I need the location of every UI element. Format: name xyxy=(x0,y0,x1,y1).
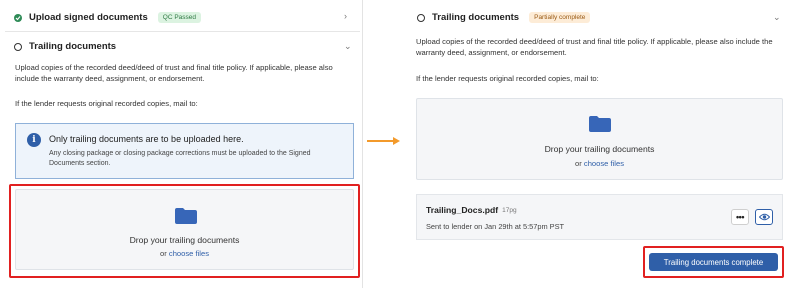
dropzone-choose-right: or choose files xyxy=(417,159,782,168)
mail-note-right: If the lender requests original recorded… xyxy=(416,74,599,83)
folder-icon xyxy=(589,116,611,132)
qc-passed-badge: QC Passed xyxy=(157,12,202,23)
trailing-documents-header[interactable]: Trailing documents xyxy=(14,41,116,52)
file-name: Trailing_Docs.pdf xyxy=(426,205,499,215)
eye-icon xyxy=(758,213,770,221)
info-icon: i xyxy=(27,133,41,147)
more-icon: ••• xyxy=(736,212,744,222)
highlight-complete-button xyxy=(643,246,784,278)
trailing-description: Upload copies of the recorded deed/deed … xyxy=(15,63,333,83)
divider xyxy=(5,31,360,32)
file-pages: 17pg xyxy=(502,206,517,214)
dropzone-or-right: or xyxy=(575,159,582,168)
trailing-documents-title: Trailing documents xyxy=(29,41,117,52)
info-subtitle: Any closing package or closing package c… xyxy=(49,150,311,167)
trailing-documents-title-right: Trailing documents xyxy=(432,12,520,23)
file-name-row: Trailing_Docs.pdf 17pg xyxy=(426,205,517,215)
status-circle-icon xyxy=(14,42,22,51)
info-banner: i Only trailing documents are to be uplo… xyxy=(15,123,354,179)
chevron-down-icon[interactable]: ⌄ xyxy=(773,12,781,23)
upload-signed-documents-title: Upload signed documents xyxy=(29,12,148,23)
info-title: Only trailing documents are to be upload… xyxy=(49,134,244,144)
chevron-right-icon[interactable]: › xyxy=(344,11,347,21)
more-options-button[interactable]: ••• xyxy=(731,209,749,225)
uploaded-file-card: Trailing_Docs.pdf 17pg Sent to lender on… xyxy=(416,194,783,240)
check-circle-icon xyxy=(14,13,22,22)
file-sent-status: Sent to lender on Jan 29th at 5:57pm PST xyxy=(426,222,565,231)
upload-signed-documents-header[interactable]: Upload signed documents QC Passed xyxy=(14,12,202,23)
status-circle-icon xyxy=(417,13,425,22)
mail-note: If the lender requests original recorded… xyxy=(15,99,198,108)
right-panel: Trailing documents Partially complete ⌄ … xyxy=(400,0,793,288)
choose-files-link-right[interactable]: choose files xyxy=(584,159,624,168)
arrow-right-icon xyxy=(367,137,400,145)
chevron-down-icon[interactable]: ⌄ xyxy=(344,41,352,52)
trailing-description-right: Upload copies of the recorded deed/deed … xyxy=(416,37,773,57)
dropzone-title-right: Drop your trailing documents xyxy=(544,144,655,154)
dropzone-right[interactable]: Drop your trailing documents or choose f… xyxy=(416,98,783,180)
partially-complete-badge: Partially complete xyxy=(529,12,591,23)
trailing-documents-header-right[interactable]: Trailing documents Partially complete xyxy=(417,12,591,23)
highlight-dropzone xyxy=(9,184,360,278)
preview-button[interactable] xyxy=(755,209,773,225)
